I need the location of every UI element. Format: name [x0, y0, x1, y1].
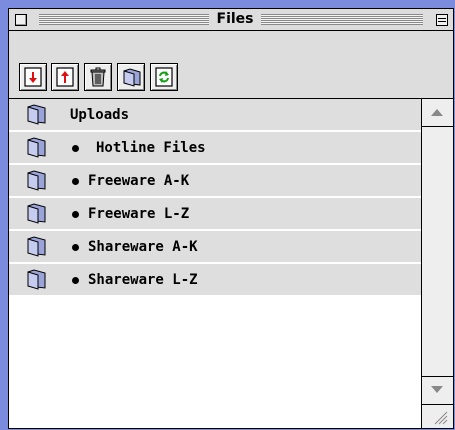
- file-list[interactable]: Uploads Hotline Files Freeware A-K Freew…: [9, 99, 421, 428]
- toolbar: [9, 31, 453, 99]
- folder-icon: [123, 68, 141, 87]
- folder-icon: [27, 104, 46, 125]
- bullet-icon: [72, 244, 79, 251]
- vertical-scrollbar[interactable]: [421, 99, 453, 404]
- folder-icon: [27, 269, 46, 290]
- bullet-icon: [72, 211, 79, 218]
- folder-icon: [27, 236, 46, 257]
- window-title: Files: [216, 11, 254, 27]
- resize-grip-icon: [434, 411, 448, 425]
- bullet-icon: [72, 277, 79, 284]
- title-bar-stripes: [261, 14, 423, 25]
- folder-icon: [27, 203, 46, 224]
- refresh-icon: [155, 67, 173, 87]
- close-box-icon[interactable]: [15, 14, 27, 26]
- delete-button[interactable]: [84, 63, 112, 91]
- scroll-down-arrow-icon[interactable]: [422, 376, 453, 404]
- list-item-label: Freeware L-Z: [88, 206, 190, 222]
- trash-icon: [90, 67, 106, 87]
- list-item[interactable]: Uploads: [9, 99, 421, 131]
- files-window: Files Uploads Hotline Files Freeware A-K…: [8, 8, 454, 429]
- new-folder-button[interactable]: [117, 63, 145, 91]
- list-item[interactable]: Shareware A-K: [9, 231, 421, 263]
- list-item-label: Uploads: [70, 107, 130, 123]
- scroll-up-arrow-icon[interactable]: [422, 99, 453, 127]
- upload-arrow-icon: [56, 67, 74, 87]
- download-button[interactable]: [19, 63, 47, 91]
- list-item-label: Shareware L-Z: [88, 272, 198, 288]
- list-item[interactable]: Freeware A-K: [9, 165, 421, 197]
- bullet-icon: [72, 145, 79, 152]
- title-bar[interactable]: Files: [9, 9, 453, 31]
- bullet-icon: [72, 178, 79, 185]
- collapse-box-icon[interactable]: [436, 14, 448, 26]
- list-item-label: Shareware A-K: [88, 239, 198, 255]
- list-item[interactable]: Hotline Files: [9, 132, 421, 164]
- resize-handle[interactable]: [421, 404, 453, 428]
- refresh-button[interactable]: [150, 63, 178, 91]
- list-item[interactable]: Freeware L-Z: [9, 198, 421, 230]
- title-bar-stripes: [39, 14, 209, 25]
- folder-icon: [27, 170, 46, 191]
- list-item[interactable]: Shareware L-Z: [9, 264, 421, 296]
- list-item-label: Freeware A-K: [88, 173, 190, 189]
- folder-icon: [27, 137, 46, 158]
- list-item-label: Hotline Files: [96, 140, 206, 156]
- download-arrow-icon: [24, 67, 42, 87]
- upload-button[interactable]: [51, 63, 79, 91]
